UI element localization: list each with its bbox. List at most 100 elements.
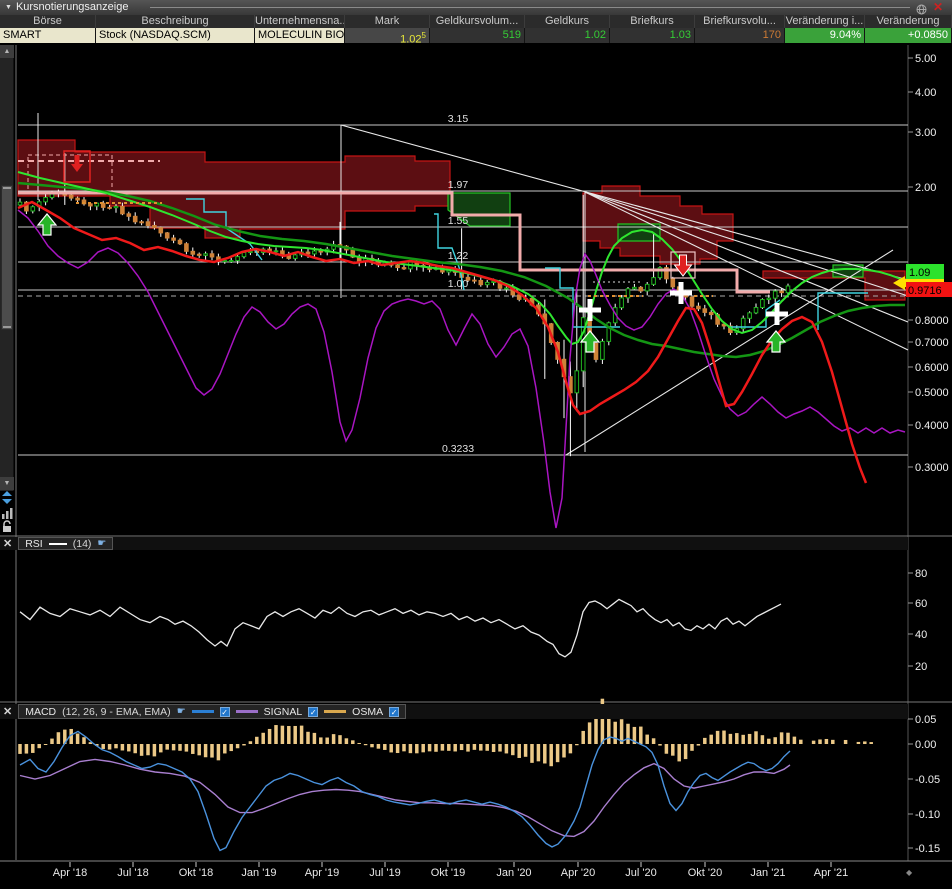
- scroll-up-button[interactable]: ▲: [0, 45, 14, 58]
- svg-text:0.6000: 0.6000: [915, 362, 949, 374]
- col-header-briefkursvolumen[interactable]: Briefkursvolu...: [695, 15, 785, 28]
- chart-vertical-scrollbar[interactable]: ▲ ▼: [0, 45, 14, 491]
- quote-table-row[interactable]: SMART Stock (NASDAQ.SCM) MOLECULIN BIO..…: [0, 28, 952, 43]
- price-axis: 5.00 4.00 3.00 2.00 0.8000 0.7000 0.6000 0.5000…: [893, 53, 952, 474]
- rsi-panel: 80 60 40 20: [20, 568, 927, 673]
- main-chart-svg: 3.15 1.97 1.55 1.22 1.00 0.3233 5.00 4.00 3.00 2.…: [0, 45, 952, 889]
- macd-checkbox[interactable]: ✓: [220, 707, 230, 717]
- cell-bid-volume[interactable]: 519: [430, 28, 525, 43]
- macd-param: (12, 26, 9 - EMA, EMA): [62, 706, 171, 718]
- macd-label: MACD: [25, 706, 56, 718]
- cell-description[interactable]: Stock (NASDAQ.SCM): [96, 28, 255, 43]
- cell-bid[interactable]: 1.02: [525, 28, 610, 43]
- svg-text:-0.15: -0.15: [915, 843, 940, 855]
- svg-text:Apr '21: Apr '21: [814, 867, 849, 879]
- scroll-down-button[interactable]: ▼: [0, 477, 14, 490]
- svg-text:Okt '19: Okt '19: [431, 867, 466, 879]
- svg-text:5.00: 5.00: [915, 53, 936, 65]
- svg-text:-0.05: -0.05: [915, 774, 940, 786]
- svg-text:Apr '19: Apr '19: [305, 867, 340, 879]
- svg-text:60: 60: [915, 598, 927, 610]
- osma-line-swatch: [324, 710, 346, 713]
- svg-text:4.00: 4.00: [915, 87, 936, 99]
- rsi-indicator-chip[interactable]: RSI (14) ☛: [18, 537, 113, 550]
- cell-ask-volume[interactable]: 170: [695, 28, 785, 43]
- quote-panel-titlebar: ▼ Kursnotierungsanzeige ✕: [0, 0, 952, 15]
- macd-hand-icon[interactable]: ☛: [177, 706, 186, 717]
- svg-text:Jul '18: Jul '18: [117, 867, 148, 879]
- svg-text:1.09: 1.09: [909, 267, 930, 279]
- svg-text:1.00: 1.00: [448, 278, 469, 290]
- svg-text:2.00: 2.00: [915, 182, 936, 194]
- cell-ask[interactable]: 1.03: [610, 28, 695, 43]
- macd-close-icon[interactable]: ✕: [3, 705, 12, 718]
- svg-text:0.9716: 0.9716: [908, 285, 942, 297]
- col-header-geldkursvolumen[interactable]: Geldkursvolum...: [430, 15, 525, 28]
- rsi-hand-icon[interactable]: ☛: [97, 538, 106, 549]
- macd-panel: 0.05 0.00 -0.05 -0.10 -0.15: [18, 699, 940, 855]
- titlebar-rule: [150, 7, 910, 8]
- svg-text:0.8000: 0.8000: [915, 315, 949, 327]
- col-header-beschreibung[interactable]: Beschreibung: [96, 15, 255, 28]
- svg-text:0.3000: 0.3000: [915, 462, 949, 474]
- svg-text:0.7000: 0.7000: [915, 337, 949, 349]
- trading-workstation-window: ▼ Kursnotierungsanzeige ✕ Börse Beschrei…: [0, 0, 952, 889]
- time-axis: Apr '18 Jul '18 Okt '18 Jan '19 Apr '19 Jul '…: [53, 862, 913, 879]
- svg-text:0.4000: 0.4000: [915, 420, 949, 432]
- macd-indicator-chip[interactable]: MACD (12, 26, 9 - EMA, EMA) ☛ ✓ SIGNAL ✓…: [18, 704, 406, 719]
- svg-text:80: 80: [915, 568, 927, 580]
- svg-text:Apr '20: Apr '20: [561, 867, 596, 879]
- svg-text:-0.10: -0.10: [915, 809, 940, 821]
- rsi-label: RSI: [25, 538, 43, 550]
- lock-icon[interactable]: [1, 520, 13, 538]
- svg-text:1.22: 1.22: [448, 250, 469, 262]
- svg-text:Jul '19: Jul '19: [369, 867, 400, 879]
- svg-text:Jan '21: Jan '21: [750, 867, 785, 879]
- rsi-line-swatch: [49, 543, 67, 545]
- svg-text:0.05: 0.05: [915, 714, 936, 726]
- signal-line-swatch: [236, 710, 258, 713]
- col-header-unternehmensname[interactable]: Unternehmensna...: [255, 15, 345, 28]
- svg-text:Jan '20: Jan '20: [496, 867, 531, 879]
- quote-panel-title: Kursnotierungsanzeige: [16, 2, 129, 13]
- rsi-param: (14): [73, 538, 92, 550]
- col-header-mark[interactable]: Mark: [345, 15, 430, 28]
- svg-text:0.00: 0.00: [915, 739, 936, 751]
- cell-mark-price[interactable]: 1.025: [345, 28, 430, 43]
- osma-checkbox[interactable]: ✓: [389, 707, 399, 717]
- svg-text:Okt '20: Okt '20: [688, 867, 723, 879]
- col-header-boerse[interactable]: Börse: [0, 15, 96, 28]
- rsi-panel-header: ✕ RSI (14) ☛: [0, 537, 908, 550]
- svg-text:Jul '20: Jul '20: [625, 867, 656, 879]
- svg-text:3.15: 3.15: [448, 113, 469, 125]
- close-icon[interactable]: ✕: [933, 0, 943, 14]
- rsi-close-icon[interactable]: ✕: [3, 537, 12, 550]
- svg-text:◆: ◆: [906, 868, 913, 877]
- signal-label: SIGNAL: [264, 706, 303, 718]
- svg-text:0.3233: 0.3233: [442, 443, 474, 455]
- scrollbar-thumb[interactable]: [1, 185, 13, 330]
- col-header-geldkurs[interactable]: Geldkurs: [525, 15, 610, 28]
- svg-text:0.5000: 0.5000: [915, 387, 949, 399]
- signal-checkbox[interactable]: ✓: [308, 707, 318, 717]
- cell-exchange[interactable]: SMART: [0, 28, 96, 43]
- svg-text:Apr '18: Apr '18: [53, 867, 88, 879]
- col-header-briefkurs[interactable]: Briefkurs: [610, 15, 695, 28]
- col-header-veraenderung[interactable]: Veränderung: [865, 15, 952, 28]
- osma-label: OSMA: [352, 706, 383, 718]
- svg-text:3.00: 3.00: [915, 127, 936, 139]
- svg-text:Okt '18: Okt '18: [179, 867, 214, 879]
- svg-text:Jan '19: Jan '19: [241, 867, 276, 879]
- col-header-veraenderung-pct[interactable]: Veränderung i...: [785, 15, 865, 28]
- cell-company[interactable]: MOLECULIN BIO...: [255, 28, 345, 43]
- svg-text:20: 20: [915, 661, 927, 673]
- macd-panel-header: ✕ MACD (12, 26, 9 - EMA, EMA) ☛ ✓ SIGNAL…: [0, 704, 908, 719]
- svg-text:40: 40: [915, 629, 927, 641]
- svg-text:1.97: 1.97: [448, 179, 469, 191]
- cell-change-pct[interactable]: 9.04%: [785, 28, 865, 43]
- collapse-triangle-icon[interactable]: ▼: [5, 4, 12, 11]
- macd-line-swatch: [192, 710, 214, 713]
- cell-change-abs[interactable]: +0.0850: [865, 28, 952, 43]
- svg-text:1.55: 1.55: [448, 215, 469, 227]
- quote-table-header: Börse Beschreibung Unternehmensna... Mar…: [0, 15, 952, 28]
